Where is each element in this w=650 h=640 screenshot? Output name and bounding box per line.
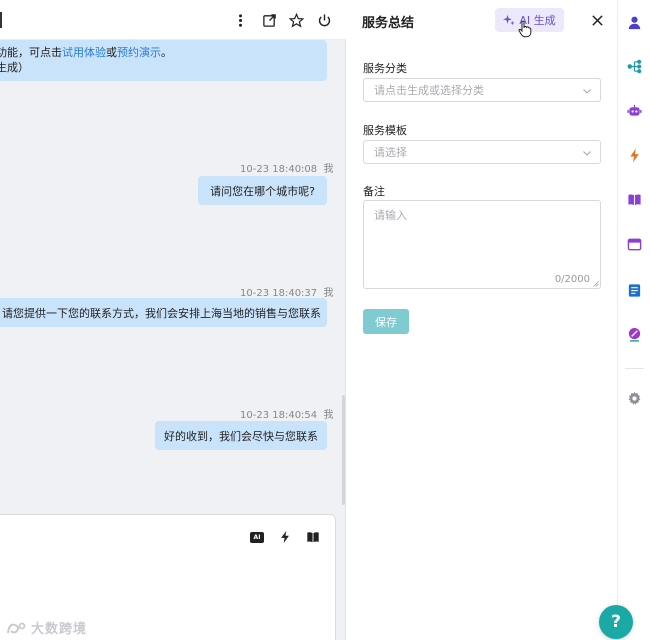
message-sender: 我 (323, 288, 334, 299)
chat-scrollbar[interactable] (342, 395, 345, 505)
notes-char-counter: 0/2000 (554, 274, 590, 285)
ai-message-bubble: 功能，可点击试用体验或预约演示。 生成） (0, 40, 327, 81)
notes-textarea[interactable]: 请输入 0/2000 (363, 200, 601, 289)
close-icon (591, 14, 603, 26)
compass-icon[interactable] (626, 326, 643, 343)
message-sender: 我 (323, 410, 334, 421)
org-tree-icon[interactable] (626, 58, 643, 75)
watermark: 大数跨境 (6, 618, 87, 637)
lightning-icon[interactable] (626, 147, 643, 164)
help-question-icon: ? (611, 612, 621, 632)
robot-icon[interactable] (626, 102, 643, 119)
book-icon[interactable] (626, 191, 643, 208)
panel-title: 服务总结 (362, 16, 415, 31)
user-icon[interactable] (626, 14, 643, 31)
help-button[interactable]: ? (599, 605, 633, 639)
right-rail (617, 0, 650, 640)
message-time: 10-23 18:40:08 (240, 164, 318, 175)
toolbar-edge (0, 12, 2, 28)
star-icon[interactable] (288, 12, 304, 28)
message-text: 请您提供一下您的联系方式，我们会安排上海当地的销售与您联系 (2, 306, 321, 320)
knowledge-book-icon[interactable] (305, 529, 321, 545)
category-label: 服务分类 (363, 62, 407, 75)
gear-icon[interactable] (626, 390, 643, 407)
notes-label: 备注 (363, 185, 385, 198)
ai-message-text: 功能，可点击 (0, 46, 62, 59)
template-placeholder: 请选择 (374, 146, 407, 159)
document-icon[interactable] (626, 282, 643, 299)
close-panel-button[interactable] (589, 12, 605, 28)
demo-link[interactable]: 预约演示 (117, 46, 161, 59)
ai-message-line-1: 功能，可点击试用体验或预约演示。 (0, 45, 327, 60)
service-summary-panel: 服务总结 AI 生成 服务分类 请点击生成或选择分类 服务模板 请选择 备注 请… (347, 0, 617, 640)
message-sender: 我 (323, 164, 334, 175)
template-select[interactable]: 请选择 (363, 140, 601, 164)
my-message-bubble: 请您提供一下您的联系方式，我们会安排上海当地的销售与您联系 (0, 298, 327, 327)
share-out-icon[interactable] (261, 12, 277, 28)
ai-message-line-2: 生成） (0, 61, 29, 74)
message-meta: 10-23 18:40:08 我 (240, 160, 334, 175)
sparkle-icon (503, 14, 515, 26)
window-icon[interactable] (626, 236, 643, 253)
quick-reply-lightning-icon[interactable] (277, 529, 293, 545)
ai-message-text-end: 。 (161, 46, 172, 59)
watermark-text: 大数跨境 (31, 622, 88, 637)
template-label: 服务模板 (363, 124, 407, 137)
save-button[interactable]: 保存 (363, 309, 409, 334)
message-meta: 10-23 18:40:37 我 (240, 284, 334, 299)
ai-assist-icon[interactable]: AI (249, 529, 265, 545)
chevron-down-icon (583, 151, 591, 156)
watermark-logo-icon (7, 622, 26, 633)
rail-divider (625, 368, 644, 369)
my-message-bubble: 好的收到，我们会尽快与您联系 (155, 421, 327, 450)
power-icon[interactable] (316, 12, 332, 28)
notes-placeholder: 请输入 (374, 209, 407, 222)
more-vertical-icon[interactable] (232, 12, 248, 28)
resize-grip-icon[interactable] (593, 281, 599, 287)
hand-cursor-icon (518, 20, 532, 38)
message-text: 请问您在哪个城市呢? (210, 184, 315, 198)
message-meta: 10-23 18:40:54 我 (240, 406, 334, 421)
chat-toolbar (0, 0, 346, 40)
my-message-bubble: 请问您在哪个城市呢? (198, 176, 327, 205)
ai-message-text-mid: 或 (106, 46, 117, 59)
chat-panel: 功能，可点击试用体验或预约演示。 生成） 10-23 18:40:08 我 请问… (0, 0, 346, 640)
category-placeholder: 请点击生成或选择分类 (374, 84, 484, 97)
trial-link[interactable]: 试用体验 (62, 46, 106, 59)
message-time: 10-23 18:40:54 (240, 410, 318, 421)
message-text: 好的收到，我们会尽快与您联系 (164, 429, 318, 443)
category-select[interactable]: 请点击生成或选择分类 (363, 78, 601, 102)
ai-chip-label: AI (250, 531, 264, 543)
chevron-down-icon (583, 89, 591, 94)
